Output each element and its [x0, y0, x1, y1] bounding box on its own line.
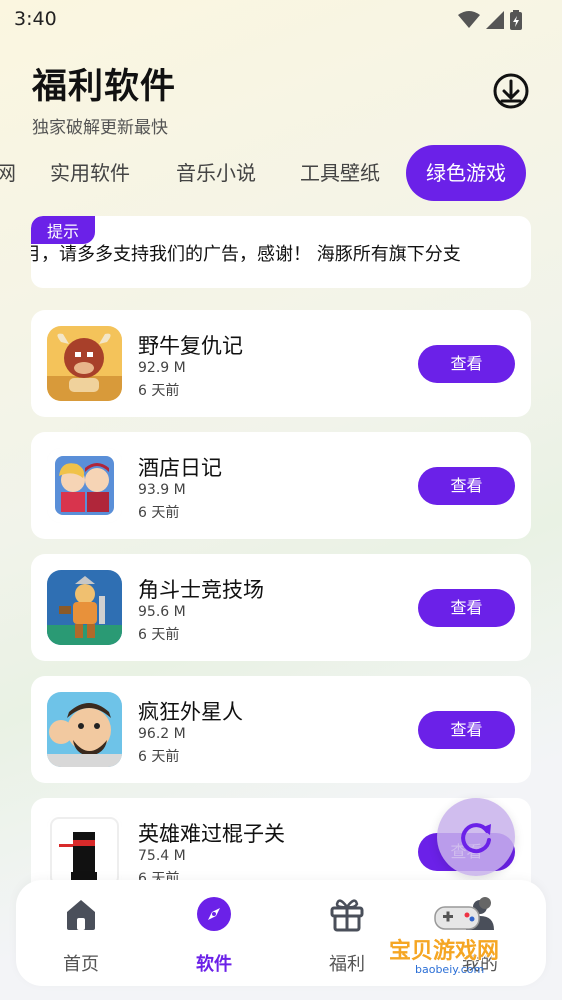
refresh-button[interactable]: [437, 798, 515, 876]
view-button[interactable]: 查看: [418, 467, 515, 505]
signal-icon: [486, 11, 504, 29]
app-size: 75.4 M: [138, 848, 186, 864]
app-name: 英雄难过棍子关: [138, 822, 285, 846]
app-name: 疯狂外星人: [138, 700, 243, 724]
page-subtitle: 独家破解更新最快: [32, 118, 168, 138]
nav-item-software[interactable]: 软件: [159, 880, 269, 986]
tab-music-novels[interactable]: 音乐小说: [176, 145, 256, 201]
app-size: 92.9 M: [138, 360, 186, 376]
tab-partial[interactable]: 网: [0, 145, 16, 201]
status-icons: [458, 10, 522, 30]
alien-game-icon: [47, 692, 122, 767]
nav-item-home[interactable]: 首页: [26, 880, 136, 986]
notice-text: 月，请多多支持我们的广告，感谢！ 海豚所有旗下分支: [31, 244, 461, 265]
gift-icon: [330, 899, 364, 932]
app-time: 6 天前: [138, 749, 180, 765]
gamepad-icon: [434, 897, 491, 930]
app-card[interactable]: 酒店日记 93.9 M 6 天前 查看: [31, 432, 531, 539]
status-time: 3:40: [14, 8, 57, 30]
watermark-logo: 宝贝游戏网 baobeiy.com: [385, 895, 535, 985]
watermark-url: baobeiy.com: [415, 963, 485, 976]
header: 福利软件 独家破解更新最快: [32, 58, 176, 138]
tab-utility-software[interactable]: 实用软件: [50, 145, 130, 201]
page-title: 福利软件: [32, 67, 177, 107]
battery-icon: [510, 10, 522, 30]
app-card[interactable]: 野牛复仇记 92.9 M 6 天前 查看: [31, 310, 531, 417]
compass-icon: [197, 897, 231, 931]
refresh-icon: [461, 823, 491, 854]
hotel-game-icon: [47, 448, 122, 523]
view-button[interactable]: 查看: [418, 589, 515, 627]
view-button[interactable]: 查看: [418, 345, 515, 383]
app-size: 96.2 M: [138, 726, 186, 742]
app-card[interactable]: 疯狂外星人 96.2 M 6 天前 查看: [31, 676, 531, 783]
app-name: 角斗士竞技场: [138, 578, 264, 602]
wifi-icon: [458, 11, 480, 28]
nav-label: 软件: [196, 954, 232, 975]
app-name: 野牛复仇记: [138, 334, 243, 358]
home-icon: [67, 900, 95, 930]
app-time: 6 天前: [138, 505, 180, 521]
stick-hero-icon: [47, 814, 122, 889]
app-time: 6 天前: [138, 383, 180, 399]
view-button[interactable]: 查看: [418, 711, 515, 749]
status-bar: 3:40: [0, 0, 562, 38]
app-size: 95.6 M: [138, 604, 186, 620]
app-name: 酒店日记: [138, 456, 222, 480]
notice-banner: 提示 月，请多多支持我们的广告，感谢！ 海豚所有旗下分支: [31, 216, 531, 288]
tab-green-games[interactable]: 绿色游戏: [406, 145, 526, 201]
gladiator-game-icon: [47, 570, 122, 645]
bull-game-icon: [47, 326, 122, 401]
watermark-text: 宝贝游戏网: [389, 939, 500, 964]
nav-label: 首页: [63, 954, 99, 975]
tab-tools-wallpaper[interactable]: 工具壁纸: [300, 145, 380, 201]
category-tabs: 网 实用软件 音乐小说 工具壁纸 绿色游戏: [0, 145, 562, 201]
app-size: 93.9 M: [138, 482, 186, 498]
app-card[interactable]: 角斗士竞技场 95.6 M 6 天前 查看: [31, 554, 531, 661]
app-time: 6 天前: [138, 627, 180, 643]
download-icon[interactable]: [492, 72, 530, 110]
